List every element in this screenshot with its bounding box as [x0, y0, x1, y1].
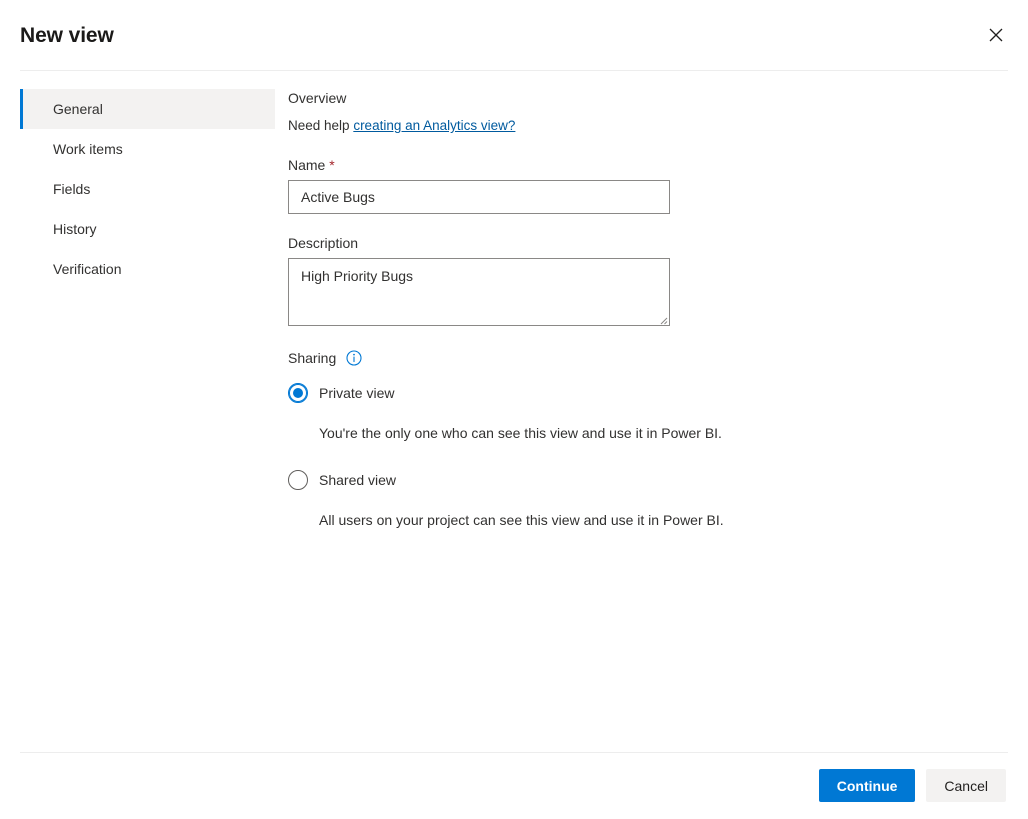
- dialog-header: New view: [0, 0, 1028, 71]
- continue-button[interactable]: Continue: [818, 769, 916, 802]
- radio-shared-view-description: All users on your project can see this v…: [319, 512, 724, 528]
- required-indicator: *: [329, 157, 335, 173]
- new-view-dialog: New view General Work items Fields Histo: [0, 0, 1028, 819]
- name-input[interactable]: [288, 180, 670, 214]
- sidebar-item-work-items[interactable]: Work items: [20, 129, 275, 169]
- sidebar-item-history[interactable]: History: [20, 209, 275, 249]
- analytics-view-help-link[interactable]: creating an Analytics view?: [353, 118, 515, 133]
- name-label-text: Name: [288, 157, 326, 173]
- radio-private-view-description: You're the only one who can see this vie…: [319, 425, 722, 441]
- dialog-content: Overview Need help creating an Analytics…: [275, 71, 1028, 752]
- radio-shared-view-label: Shared view: [319, 472, 397, 488]
- sidebar-item-verification[interactable]: Verification: [20, 249, 275, 289]
- radio-shared-view[interactable]: Shared view: [288, 468, 1028, 492]
- name-field-group: Name *: [288, 155, 1028, 214]
- radio-private-view-label: Private view: [319, 385, 395, 401]
- dialog-body: General Work items Fields History Verifi…: [0, 71, 1028, 752]
- page-title: New view: [20, 23, 114, 47]
- sidebar-item-label: Work items: [53, 141, 123, 157]
- sidebar-item-label: History: [53, 221, 97, 237]
- footer-divider: [20, 752, 1008, 753]
- info-icon[interactable]: [346, 350, 362, 366]
- overview-heading: Overview: [288, 90, 347, 106]
- help-line: Need help creating an Analytics view?: [288, 117, 1028, 135]
- dialog-sidebar: General Work items Fields History Verifi…: [20, 71, 275, 752]
- cancel-button[interactable]: Cancel: [926, 769, 1006, 802]
- help-prefix-text: Need help: [288, 118, 354, 133]
- close-icon: [989, 28, 1003, 42]
- sharing-label: Sharing: [288, 350, 337, 366]
- name-label: Name *: [288, 155, 1028, 175]
- description-textarea-wrapper: [288, 258, 670, 326]
- sidebar-item-label: Verification: [53, 261, 122, 277]
- sidebar-item-general[interactable]: General: [20, 89, 275, 129]
- description-field-group: Description: [288, 233, 1028, 326]
- sharing-header: Sharing: [288, 348, 1028, 368]
- description-textarea[interactable]: [288, 258, 670, 326]
- dialog-footer: Continue Cancel: [0, 752, 1028, 819]
- sidebar-item-fields[interactable]: Fields: [20, 169, 275, 209]
- radio-private-view-mark[interactable]: [288, 383, 308, 403]
- description-label: Description: [288, 235, 359, 251]
- sidebar-item-label: Fields: [53, 181, 91, 197]
- radio-shared-view-mark[interactable]: [288, 470, 308, 490]
- close-button[interactable]: [978, 17, 1014, 53]
- sidebar-item-label: General: [53, 101, 103, 117]
- radio-private-view[interactable]: Private view: [288, 381, 1028, 405]
